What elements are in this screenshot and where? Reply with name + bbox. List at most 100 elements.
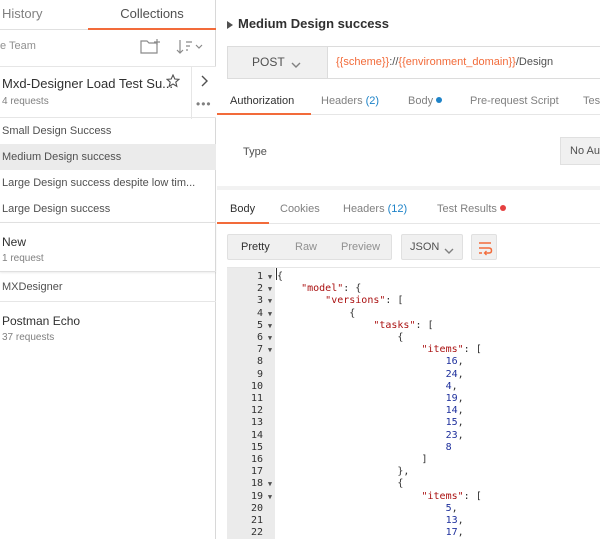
tab-response-headers[interactable]: Headers (12) (343, 203, 407, 215)
collection-count: 1 request (2, 253, 44, 264)
collection-postman-echo[interactable]: Postman Echo 37 requests (0, 301, 216, 351)
text-cursor (276, 268, 277, 280)
tab-response-body[interactable]: Body (230, 203, 255, 215)
line-number: 3 (256, 295, 263, 307)
code-text: 19, (445, 393, 464, 404)
tab-history[interactable]: History (0, 0, 80, 30)
collection-mxd-designer-load-test[interactable]: Mxd-Designer Load Test Su... 4 requests … (0, 66, 216, 119)
fold-toggle-icon[interactable]: ▼ (266, 491, 274, 503)
tab-collections[interactable]: Collections (88, 0, 216, 30)
tab-prerequest-script[interactable]: Pre-request Script (470, 95, 559, 107)
tab-test-results[interactable]: Test Results (437, 203, 506, 215)
format-label: JSON (410, 241, 440, 253)
fold-toggle-icon[interactable]: ▼ (266, 308, 274, 320)
line-number: 18 (250, 478, 263, 490)
sidebar-tabs: History Collections (0, 0, 216, 30)
code-text: 24, (445, 368, 464, 380)
line-number: 22 (250, 527, 263, 539)
tab-body[interactable]: Body (408, 95, 443, 107)
code-text: 23, (445, 429, 464, 441)
tab-headers-label: Headers (321, 95, 363, 107)
line-number: 5 (256, 319, 263, 331)
line-number: 12 (250, 405, 263, 417)
code-text: { (277, 307, 356, 319)
code-line: 17 }, (227, 466, 600, 478)
url-var-domain: {{environment_domain}} (398, 56, 516, 68)
method-select[interactable]: POST (228, 47, 328, 78)
new-folder-icon[interactable] (140, 38, 162, 56)
chevron-down-icon (291, 58, 301, 68)
sidebar: History Collections e Team Mxd-Designer … (0, 0, 216, 539)
sort-icon[interactable] (176, 38, 204, 56)
collection-mxdesigner[interactable]: MXDesigner (0, 281, 216, 301)
tab-response-headers-label: Headers (343, 203, 385, 215)
auth-type-label: Type (243, 146, 267, 158)
tab-authorization[interactable]: Authorization (230, 95, 294, 107)
fold-toggle-icon[interactable]: ▼ (266, 344, 274, 356)
line-number: 13 (250, 417, 263, 429)
caret-right-icon[interactable] (227, 18, 233, 29)
url-input[interactable]: {{scheme}}://{{environment_domain}}/Desi… (336, 56, 553, 68)
tab-cookies[interactable]: Cookies (280, 203, 320, 215)
request-item[interactable]: Large Design success despite low tim... (0, 170, 216, 196)
test-results-indicator-dot (499, 205, 506, 211)
collection-new[interactable]: New 1 request (0, 222, 216, 272)
tab-test-results-label: Test Results (437, 203, 497, 215)
code-text: { (277, 478, 404, 490)
line-number: 20 (250, 502, 263, 514)
fold-toggle-icon[interactable]: ▼ (266, 271, 274, 283)
collection-expand[interactable]: ••• (191, 67, 216, 119)
code-text: }, (277, 466, 410, 478)
star-icon[interactable] (165, 73, 181, 88)
request-item-active[interactable]: Medium Design success (0, 144, 216, 170)
code-line: 14 23, (227, 430, 600, 442)
fold-toggle-icon[interactable]: ▼ (266, 332, 274, 344)
code-text: "items": [ (421, 490, 482, 502)
view-pretty-button[interactable]: Pretty (241, 241, 270, 253)
view-mode-group: Pretty Raw Preview (227, 234, 392, 260)
line-number: 15 (250, 441, 263, 453)
view-raw-button[interactable]: Raw (295, 241, 317, 253)
code-text: 5, (445, 502, 458, 514)
code-text: 8 (445, 441, 452, 453)
panel-divider[interactable] (217, 186, 600, 190)
collection-name: Mxd-Designer Load Test Su... (2, 76, 174, 91)
code-text: 16, (445, 356, 464, 368)
fold-toggle-icon[interactable]: ▼ (266, 320, 274, 332)
code-line: 15 8 (227, 442, 600, 454)
code-line: 20 5, (227, 503, 600, 515)
line-number: 14 (250, 429, 263, 441)
code-line: 8 16, (227, 356, 600, 368)
line-number: 17 (250, 466, 263, 478)
request-item[interactable]: Large Design success (0, 196, 216, 222)
code-text: { (277, 332, 404, 343)
tab-headers-count: (2) (365, 95, 380, 107)
response-body-editor[interactable]: 1 ▼{2 ▼ "model": {3 ▼ "versions": [4 ▼ {5 ▼ "… (227, 267, 600, 539)
request-item[interactable]: Small Design Success (0, 118, 216, 144)
fold-toggle-icon[interactable]: ▼ (266, 283, 274, 295)
code-text: { (277, 271, 284, 282)
collection-name: New (2, 235, 27, 249)
line-number: 6 (256, 332, 263, 343)
code-line: 22 17, (227, 527, 600, 539)
more-icon[interactable]: ••• (196, 98, 212, 110)
fold-toggle-icon[interactable]: ▼ (266, 295, 274, 307)
line-number: 8 (256, 356, 263, 368)
line-number: 16 (250, 454, 263, 465)
code-line: 1 ▼{ (227, 271, 600, 283)
code-text: "tasks": [ (373, 319, 434, 331)
auth-type-select[interactable]: No Au (560, 137, 600, 165)
collection-name: MXDesigner (2, 281, 63, 293)
response-tabs: Body Cookies Headers (12) Test Results (217, 196, 600, 224)
view-preview-button[interactable]: Preview (341, 241, 380, 253)
wrap-lines-icon[interactable] (471, 234, 497, 260)
team-filter[interactable]: e Team (0, 40, 36, 52)
format-select[interactable]: JSON (401, 234, 463, 260)
line-number: 4 (256, 307, 263, 319)
tab-response-headers-count: (12) (387, 203, 408, 215)
fold-toggle-icon[interactable]: ▼ (266, 478, 274, 490)
tab-tests[interactable]: Tes (583, 95, 600, 107)
sidebar-toolbar: e Team (0, 30, 216, 66)
code-line: 5 ▼ "tasks": [ (227, 320, 600, 332)
tab-headers[interactable]: Headers (2) (321, 95, 379, 107)
